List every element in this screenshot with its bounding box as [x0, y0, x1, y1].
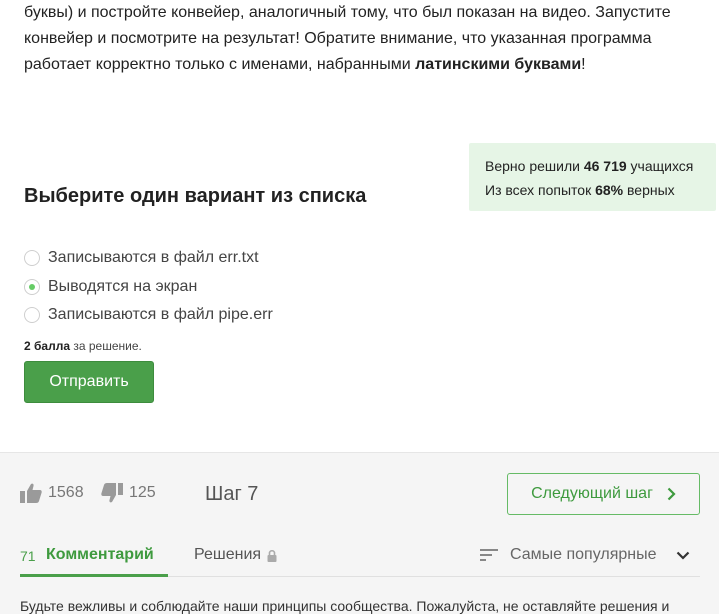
dislike-count: 125 — [129, 484, 156, 501]
answer-option-label: Выводятся на экран — [48, 277, 198, 295]
lesson-text-line-3-suffix: ! — [581, 56, 586, 73]
radio-button[interactable] — [24, 250, 40, 267]
solved-prefix: Верно решили — [485, 158, 584, 174]
score-note: 2 балла за решение. — [24, 339, 142, 353]
answer-options: Записываются в файл err.txt Выводятся на… — [24, 244, 273, 330]
chevron-down-icon — [677, 551, 690, 560]
radio-button-checked[interactable] — [24, 278, 40, 295]
active-tab-indicator — [20, 574, 168, 577]
sort-label: Самые популярные — [510, 546, 657, 563]
solved-suffix: учащихся — [626, 158, 694, 174]
tab-solutions-label: Решения — [194, 546, 262, 563]
score-points: 2 балла — [24, 339, 71, 353]
next-step-button[interactable]: Следующий шаг — [507, 473, 700, 515]
like-button[interactable]: 1568 — [20, 483, 84, 503]
thumbs-up-icon — [20, 483, 42, 503]
attempts-stat: Из всех попыток 68% верных — [485, 178, 716, 202]
answer-option-3[interactable]: Записываются в файл pipe.err — [24, 301, 273, 330]
submit-button[interactable]: Отправить — [24, 361, 154, 403]
answer-option-2[interactable]: Выводятся на экран — [24, 273, 273, 302]
sort-icon — [480, 549, 498, 561]
tab-solutions[interactable]: Решения — [194, 546, 277, 564]
solved-count: 46 719 — [583, 158, 627, 174]
lesson-text-emphasis: латинскими буквами — [415, 56, 582, 73]
tab-comments[interactable]: Комментарий — [46, 546, 154, 564]
lesson-text-line-3-prefix: работает корректно только с именами, наб… — [24, 56, 416, 73]
attempts-prefix: Из всех попыток — [485, 182, 596, 198]
step-number: Шаг 7 — [205, 483, 259, 505]
attempts-suffix: верных — [623, 182, 675, 198]
solve-stats-panel: Верно решили 46 719 учащихся Из всех поп… — [469, 143, 716, 211]
like-count: 1568 — [48, 484, 84, 501]
chevron-right-icon — [667, 487, 676, 501]
lesson-text-line-2: конвейер и посмотрите на результат! Обра… — [24, 30, 652, 47]
solved-stat: Верно решили 46 719 учащихся — [485, 154, 716, 178]
dislike-button[interactable]: 125 — [101, 483, 156, 503]
next-step-label: Следующий шаг — [531, 485, 653, 502]
thumbs-down-icon — [101, 483, 123, 503]
lesson-text: буквы) и постройте конвейер, аналогичный… — [24, 0, 704, 78]
answer-option-label: Записываются в файл pipe.err — [48, 306, 273, 324]
sort-dropdown[interactable]: Самые популярные — [480, 546, 690, 564]
lock-icon — [267, 549, 277, 562]
lesson-text-line-1: буквы) и постройте конвейер, аналогичный… — [24, 4, 671, 21]
radio-button[interactable] — [24, 307, 40, 324]
lesson-text-line-3: работает корректно только с именами, наб… — [24, 52, 704, 78]
community-notice: Будьте вежливы и соблюдайте наши принцип… — [20, 598, 670, 614]
answer-option-1[interactable]: Записываются в файл err.txt — [24, 244, 273, 273]
question-title: Выберите один вариант из списка — [24, 185, 367, 207]
attempts-percent: 68% — [595, 182, 624, 198]
answer-option-label: Записываются в файл err.txt — [48, 249, 259, 267]
comments-count: 71 — [20, 548, 36, 564]
score-suffix: за решение. — [70, 339, 142, 353]
